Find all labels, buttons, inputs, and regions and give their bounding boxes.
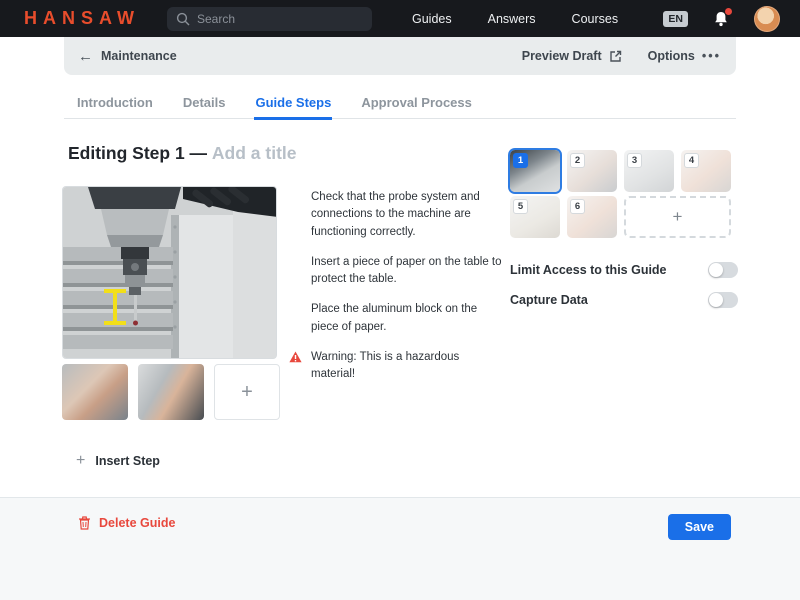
tab-details[interactable]: Details [182, 95, 227, 118]
breadcrumb: Maintenance [101, 49, 177, 63]
step-tile-3[interactable]: 3 [624, 150, 674, 192]
options-button[interactable]: Options ••• [648, 49, 721, 63]
top-navigation-bar: HANSAW Guides Answers Courses EN [0, 0, 800, 37]
warning-icon [289, 351, 302, 363]
step-instructions: Check that the probe system and connecti… [289, 189, 503, 396]
capture-data-row: Capture Data [510, 285, 738, 315]
capture-data-label: Capture Data [510, 293, 588, 307]
step-tile-6[interactable]: 6 [567, 196, 617, 238]
notification-dot [725, 8, 732, 15]
step-number-badge: 1 [513, 153, 528, 168]
step-media-thumbnails: + [62, 364, 280, 420]
primary-nav: Guides Answers Courses [412, 12, 618, 26]
add-media-button[interactable]: + [214, 364, 280, 420]
step-tile-5[interactable]: 5 [510, 196, 560, 238]
limit-access-label: Limit Access to this Guide [510, 263, 667, 277]
notifications-bell-icon[interactable] [712, 10, 730, 28]
instruction-text: Place the aluminum block on the piece of… [311, 301, 503, 336]
warning-text: Warning: This is a hazardous material! [311, 349, 503, 384]
instruction-line[interactable]: Insert a piece of paper on the table to … [289, 254, 503, 289]
step-number-badge: 3 [627, 153, 642, 168]
trash-icon [78, 516, 91, 530]
back-arrow-icon: ← [78, 48, 93, 65]
language-badge[interactable]: EN [663, 11, 688, 27]
guide-tabs: Introduction Details Guide Steps Approva… [64, 95, 736, 119]
step-main-image[interactable] [62, 186, 277, 359]
search-input[interactable] [167, 7, 372, 31]
capture-data-toggle[interactable] [708, 292, 738, 308]
media-thumbnail-1[interactable] [62, 364, 128, 420]
user-avatar[interactable] [754, 6, 780, 32]
limit-access-row: Limit Access to this Guide [510, 255, 738, 285]
step-number-badge: 6 [570, 199, 585, 214]
machine-probe-photo [63, 187, 277, 359]
save-button[interactable]: Save [668, 514, 731, 540]
back-to-maintenance[interactable]: ← Maintenance [78, 48, 177, 65]
step-title-placeholder[interactable]: Add a title [212, 143, 297, 163]
step-number-badge: 5 [513, 199, 528, 214]
media-thumbnail-2[interactable] [138, 364, 204, 420]
guide-settings: Limit Access to this Guide Capture Data [510, 255, 738, 315]
plus-icon: + [76, 452, 85, 470]
step-number-badge: 4 [684, 153, 699, 168]
step-heading: Editing Step 1 — Add a title [68, 143, 297, 164]
options-label: Options [648, 49, 695, 63]
nav-answers[interactable]: Answers [488, 12, 536, 26]
search-icon [176, 12, 190, 26]
preview-draft-button[interactable]: Preview Draft [522, 49, 622, 63]
instruction-line[interactable]: Check that the probe system and connecti… [289, 189, 503, 241]
delete-guide-button[interactable]: Delete Guide [78, 516, 175, 530]
tab-guide-steps[interactable]: Guide Steps [254, 95, 332, 120]
limit-access-toggle[interactable] [708, 262, 738, 278]
step-heading-prefix: Editing Step 1 — [68, 143, 207, 163]
external-link-icon [609, 50, 622, 63]
step-tile-1[interactable]: 1 [510, 150, 560, 192]
brand-logo[interactable]: HANSAW [24, 8, 140, 29]
nav-courses[interactable]: Courses [572, 12, 619, 26]
step-tile-2[interactable]: 2 [567, 150, 617, 192]
instruction-line-warning[interactable]: Warning: This is a hazardous material! [289, 349, 503, 384]
tab-introduction[interactable]: Introduction [76, 95, 154, 118]
add-step-tile[interactable]: + [624, 196, 731, 238]
preview-draft-label: Preview Draft [522, 49, 602, 63]
instruction-line[interactable]: Place the aluminum block on the piece of… [289, 301, 503, 336]
ellipsis-icon: ••• [702, 49, 721, 63]
instruction-text: Insert a piece of paper on the table to … [311, 254, 503, 289]
instruction-text: Check that the probe system and connecti… [311, 189, 503, 241]
nav-guides[interactable]: Guides [412, 12, 452, 26]
step-tile-4[interactable]: 4 [681, 150, 731, 192]
guide-toolbar: ← Maintenance Preview Draft Options ••• [64, 37, 736, 75]
footer-bar: Delete Guide Save [0, 497, 800, 600]
tab-approval-process[interactable]: Approval Process [360, 95, 473, 118]
insert-step-label: Insert Step [95, 454, 160, 468]
delete-guide-label: Delete Guide [99, 516, 175, 530]
step-number-badge: 2 [570, 153, 585, 168]
step-thumbnail-grid: 1 2 3 4 5 6 + [510, 150, 738, 238]
insert-step-button[interactable]: + Insert Step [76, 452, 160, 470]
